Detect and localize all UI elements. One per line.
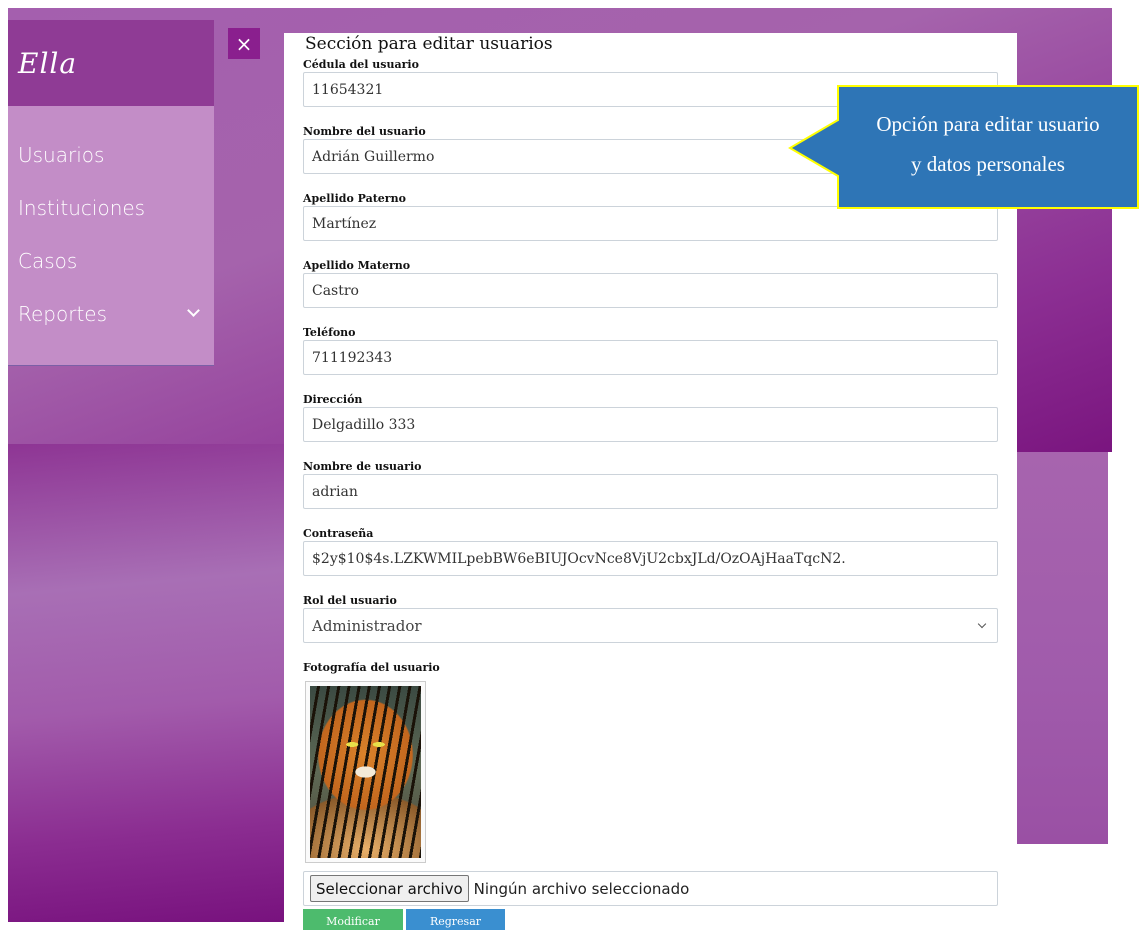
role-select[interactable]: Administrador — [303, 608, 998, 643]
logo: Ella — [18, 46, 78, 80]
user-photo — [305, 681, 426, 863]
password-field[interactable]: $2y$10$4s.LZKWMILpebBW6eBIUJOcvNce8VjU2c… — [303, 541, 998, 576]
cedula-label: Cédula del usuario — [303, 57, 419, 71]
callout-text: Opción para editar usuario y datos perso… — [838, 104, 1138, 184]
file-status: Ningún archivo seleccionado — [473, 879, 690, 898]
background-right — [1016, 452, 1108, 844]
sidebar-item-label: Usuarios — [18, 142, 105, 167]
callout-annotation: Opción para editar usuario y datos perso… — [788, 84, 1140, 212]
chevron-down-icon — [977, 619, 987, 629]
back-button[interactable]: Regresar — [406, 909, 505, 930]
chevron-down-icon — [187, 304, 200, 317]
callout-line-1: Opción para editar usuario — [876, 112, 1100, 136]
sidebar-item-label: Reportes — [18, 301, 108, 326]
sidebar-item-label: Instituciones — [18, 195, 146, 220]
form-actions: Modificar Regresar — [303, 909, 998, 930]
direccion-field[interactable]: Delgadillo 333 — [303, 407, 998, 442]
sidebar: Ella Usuarios Instituciones Casos Report… — [8, 20, 214, 366]
close-button[interactable]: × — [228, 28, 260, 59]
sidebar-header: Ella — [8, 20, 214, 106]
telefono-label: Teléfono — [303, 325, 356, 339]
file-input[interactable]: Seleccionar archivo Ningún archivo selec… — [303, 871, 998, 906]
background-left — [8, 444, 286, 922]
apellido-materno-field[interactable]: Castro — [303, 273, 998, 308]
sidebar-item-instituciones[interactable]: Instituciones — [8, 181, 214, 234]
role-label: Rol del usuario — [303, 593, 397, 607]
direccion-label: Dirección — [303, 392, 363, 406]
modify-button[interactable]: Modificar — [303, 909, 403, 930]
choose-file-button[interactable]: Seleccionar archivo — [310, 875, 469, 902]
sidebar-item-label: Casos — [18, 248, 78, 273]
telefono-field[interactable]: 711192343 — [303, 340, 998, 375]
photo-label: Fotografía del usuario — [303, 660, 440, 674]
sidebar-item-casos[interactable]: Casos — [8, 234, 214, 287]
apellido-materno-label: Apellido Materno — [303, 258, 411, 272]
sidebar-menu: Usuarios Instituciones Casos Reportes — [8, 106, 214, 366]
sidebar-item-usuarios[interactable]: Usuarios — [8, 128, 214, 181]
close-icon: × — [235, 31, 253, 56]
password-label: Contraseña — [303, 526, 374, 540]
role-selected-value: Administrador — [312, 616, 422, 635]
callout-line-2: y datos personales — [911, 152, 1065, 176]
sidebar-item-reportes[interactable]: Reportes — [8, 287, 214, 340]
tiger-photo-image — [310, 686, 421, 858]
username-field[interactable]: adrian — [303, 474, 998, 509]
username-label: Nombre de usuario — [303, 459, 422, 473]
page-title: Sección para editar usuarios — [305, 34, 553, 54]
